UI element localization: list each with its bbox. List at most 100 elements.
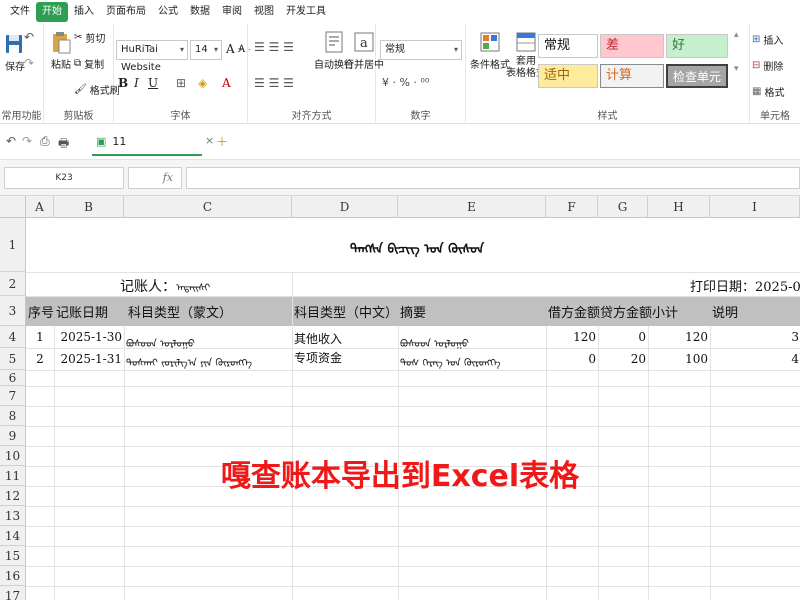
style-normal[interactable]: 常规 xyxy=(538,34,598,58)
cell-debit[interactable]: 120 xyxy=(546,330,596,344)
row-header-3[interactable]: 3 xyxy=(0,296,26,326)
style-bad[interactable]: 差 xyxy=(600,34,664,58)
align-top-icon[interactable]: ☰ ☰ ☰ xyxy=(254,40,294,54)
column-header-c[interactable]: C xyxy=(124,196,292,218)
insert-cells-button[interactable]: ⊞ 插入 xyxy=(752,32,783,47)
font-name-select[interactable]: HuRiTai Website ▾ xyxy=(116,40,188,73)
column-header-i[interactable]: I xyxy=(710,196,800,218)
align-left-icon[interactable]: ☰ ☰ ☰ xyxy=(254,76,294,90)
undo-icon[interactable]: ↶ xyxy=(24,30,34,44)
undo-icon[interactable]: ↶ xyxy=(6,134,16,148)
group-styles: 条件格式 套用 表格格式 常规 差 好 适中 计算 检查单元格 ▴ ▾ 样式 xyxy=(466,24,750,124)
row-header-14[interactable]: 14 xyxy=(0,526,26,546)
menu-review[interactable]: 审阅 xyxy=(216,2,248,22)
cell-credit[interactable]: 0 xyxy=(598,330,646,344)
header-credit: 贷方金额 xyxy=(600,306,653,321)
row-header-7[interactable]: 7 xyxy=(0,386,26,406)
cell-note[interactable]: 4 xyxy=(710,352,800,366)
cell-index[interactable]: 1 xyxy=(26,330,54,344)
border-icon[interactable]: ⊞ xyxy=(176,76,186,90)
style-calculation[interactable]: 计算 xyxy=(600,64,664,88)
close-tab-icon[interactable]: × xyxy=(205,134,214,147)
number-format-select[interactable]: 常规 ▾ xyxy=(380,40,462,60)
delete-cells-button[interactable]: ⊟ 删除 xyxy=(752,58,783,73)
menu-view[interactable]: 视图 xyxy=(248,2,280,22)
menu-file[interactable]: 文件 xyxy=(4,2,36,22)
insert-icon: ⊞ xyxy=(752,34,761,45)
print-icon[interactable]: 🖶 xyxy=(58,134,69,155)
save-button[interactable]: 保存 xyxy=(4,32,26,73)
print-preview-icon[interactable]: ⎙ xyxy=(40,134,50,149)
menu-data[interactable]: 数据 xyxy=(184,2,216,22)
chevron-down-icon: ▾ xyxy=(179,45,184,54)
column-header-a[interactable]: A xyxy=(26,196,54,218)
font-color-icon[interactable]: A xyxy=(222,76,231,90)
cell-subtotal[interactable]: 100 xyxy=(648,352,708,366)
row-header-6[interactable]: 6 xyxy=(0,370,26,386)
underline-button[interactable]: U xyxy=(148,76,158,90)
cell-debit[interactable]: 0 xyxy=(546,352,596,366)
group-common: 保存 ↶ ↷ 常用功能 xyxy=(0,24,44,124)
style-check-cell[interactable]: 检查单元格 xyxy=(666,64,728,106)
fx-icon[interactable]: fx xyxy=(128,167,182,189)
new-tab-icon[interactable]: ＋ xyxy=(216,133,228,150)
menu-developer[interactable]: 开发工具 xyxy=(280,2,332,22)
column-header-f[interactable]: F xyxy=(546,196,598,218)
scroll-up-icon[interactable]: ▴ xyxy=(734,30,739,40)
redo-icon[interactable]: ↷ xyxy=(22,134,32,148)
cell-type-cn[interactable]: 专项资金 xyxy=(294,349,342,366)
column-header-d[interactable]: D xyxy=(292,196,398,218)
row-header-9[interactable]: 9 xyxy=(0,426,26,446)
row-header-4[interactable]: 4 xyxy=(0,326,26,348)
row-header-16[interactable]: 16 xyxy=(0,566,26,586)
header-index: 序号 xyxy=(28,306,55,321)
italic-button[interactable]: I xyxy=(134,76,139,90)
cut-button[interactable]: ✂ 剪切 xyxy=(74,30,105,45)
cell-subtotal[interactable]: 120 xyxy=(648,330,708,344)
cell-summary[interactable]: ᠲᠤᠰ ᠬᠡᠷᠡᠭ ᠤᠨ ᠬᠥᠷᠥᠩᠭᠡ xyxy=(400,351,501,369)
row-header-13[interactable]: 13 xyxy=(0,506,26,526)
format-painter-button[interactable]: 🖌 格式刷 xyxy=(74,82,120,97)
cell-type-cn[interactable]: 其他收入 xyxy=(294,330,342,347)
menu-page-layout[interactable]: 页面布局 xyxy=(100,2,152,22)
document-tab[interactable]: ▣ 11 xyxy=(92,128,202,156)
select-all-corner[interactable] xyxy=(0,196,26,218)
format-cells-button[interactable]: ▦ 格式 xyxy=(752,84,784,99)
font-size-select[interactable]: 14 ▾ xyxy=(190,40,222,60)
copy-button[interactable]: ⧉ 复制 xyxy=(74,56,104,71)
cell-note[interactable]: 3 xyxy=(710,330,800,344)
column-header-h[interactable]: H xyxy=(648,196,710,218)
redo-icon[interactable]: ↷ xyxy=(24,56,34,70)
gridline xyxy=(26,296,800,297)
column-header-g[interactable]: G xyxy=(598,196,648,218)
style-neutral[interactable]: 适中 xyxy=(538,64,598,88)
menu-formulas[interactable]: 公式 xyxy=(152,2,184,22)
formula-input[interactable] xyxy=(186,167,800,189)
cell-date[interactable]: 2025-1-31 xyxy=(54,352,124,366)
fill-color-icon[interactable]: ◈ xyxy=(198,76,207,90)
cell-type-mn[interactable]: ᠪᠤᠰᠤᠳ ᠣᠷᠯᠣᠭᠣ xyxy=(126,332,195,350)
menu-home[interactable]: 开始 xyxy=(36,2,68,22)
row-header-1[interactable]: 1 xyxy=(0,218,26,272)
row-header-17[interactable]: 17 xyxy=(0,586,26,600)
conditional-format-button[interactable]: 条件格式 xyxy=(470,30,510,71)
row-header-5[interactable]: 5 xyxy=(0,348,26,370)
name-box[interactable]: K23 xyxy=(4,167,124,189)
menu-insert[interactable]: 插入 xyxy=(68,2,100,22)
gridline xyxy=(26,386,800,387)
cell-summary[interactable]: ᠪᠤᠰᠤᠳ ᠣᠷᠯᠣᠭᠣ xyxy=(400,332,469,350)
number-format-buttons[interactable]: ¥ · % · ⁰⁰ xyxy=(382,76,429,89)
cell-date[interactable]: 2025-1-30 xyxy=(54,330,124,344)
cell-index[interactable]: 2 xyxy=(26,352,54,366)
column-header-b[interactable]: B xyxy=(54,196,124,218)
cell-credit[interactable]: 20 xyxy=(598,352,646,366)
row-header-15[interactable]: 15 xyxy=(0,546,26,566)
row-header-2[interactable]: 2 xyxy=(0,272,26,296)
paste-button[interactable]: 粘贴 xyxy=(50,30,72,71)
bold-button[interactable]: B xyxy=(118,76,128,90)
scroll-down-icon[interactable]: ▾ xyxy=(734,64,739,74)
column-header-e[interactable]: E xyxy=(398,196,546,218)
row-header-8[interactable]: 8 xyxy=(0,406,26,426)
cell-type-mn[interactable]: ᠲᠤᠰᠬᠠᠢ ᠵᠣᠷᠢᠯᠭ᠎ᠠ ᠶᠢᠨ ᠬᠥᠷᠥᠩᠭᠡ xyxy=(126,351,252,369)
style-good[interactable]: 好 xyxy=(666,34,728,58)
